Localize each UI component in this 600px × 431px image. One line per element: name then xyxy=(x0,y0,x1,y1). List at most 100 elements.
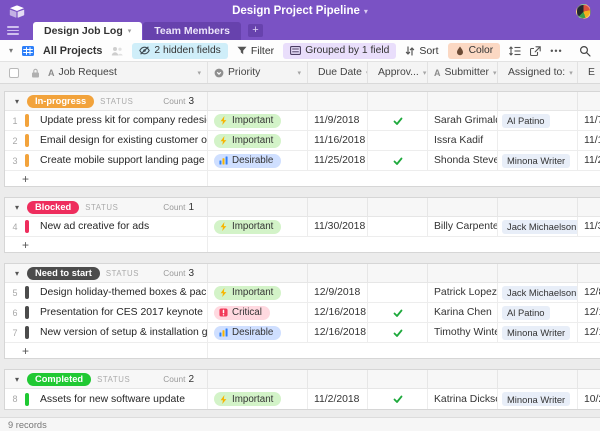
priority-cell[interactable]: Important xyxy=(208,283,308,302)
priority-cell[interactable]: Important xyxy=(208,111,308,130)
approved-cell[interactable] xyxy=(368,389,428,409)
job-request-cell[interactable]: 7 New version of setup & installation gu… xyxy=(5,323,208,342)
tab-design-job-log[interactable]: Design Job Log ▾ xyxy=(33,22,142,40)
table-row[interactable]: 4 New ad creative for ads Important 11/3… xyxy=(5,217,600,237)
approved-cell[interactable] xyxy=(368,131,428,150)
priority-cell[interactable]: Desirable xyxy=(208,323,308,342)
assigned-cell[interactable] xyxy=(498,131,578,150)
column-header-due-date[interactable]: Due Date ▾ xyxy=(308,62,368,83)
column-header-approved[interactable]: Approv... ▾ xyxy=(368,62,428,83)
column-header-submitter[interactable]: A Submitter ▾ xyxy=(428,62,498,83)
due-date-cell[interactable]: 11/16/2018 xyxy=(308,131,368,150)
priority-cell[interactable]: Important xyxy=(208,389,308,409)
job-request-text: Assets for new software update xyxy=(40,394,185,405)
more-options-button[interactable]: ••• xyxy=(550,46,562,56)
due-date-cell[interactable]: 12/16/2018 xyxy=(308,323,368,342)
hamburger-icon[interactable] xyxy=(7,26,27,35)
assigned-cell[interactable]: Jack Michaelson Jodi xyxy=(498,217,578,236)
collapse-group-icon[interactable]: ▾ xyxy=(15,97,19,106)
table-row[interactable]: 6 Presentation for CES 2017 keynote Crit… xyxy=(5,303,600,323)
submitter-cell[interactable]: Katrina Dickson xyxy=(428,389,498,409)
color-button[interactable]: Color xyxy=(448,43,501,59)
group-header: ▾ Blocked STATUS Count1 xyxy=(5,198,600,217)
approved-cell[interactable] xyxy=(368,283,428,302)
row-height-icon[interactable] xyxy=(509,46,521,56)
table-row[interactable]: 8 Assets for new software update Importa… xyxy=(5,389,600,409)
column-header-job-request[interactable]: A Job Request ▾ xyxy=(0,62,208,83)
job-request-cell[interactable]: 1 Update press kit for company redesign xyxy=(5,111,208,130)
end-date-cell[interactable]: 12/1 xyxy=(578,323,600,342)
submitter-cell[interactable]: Karina Chen xyxy=(428,303,498,322)
job-request-cell[interactable]: 5 Design holiday-themed boxes & packagin… xyxy=(5,283,208,302)
share-view-icon[interactable] xyxy=(530,46,541,56)
due-date-cell[interactable]: 11/9/2018 xyxy=(308,111,368,130)
base-title[interactable]: Design Project Pipeline▾ xyxy=(0,5,600,17)
table-row[interactable]: 7 New version of setup & installation gu… xyxy=(5,323,600,343)
assigned-cell[interactable]: Minona Writer xyxy=(498,151,578,170)
end-date-cell[interactable]: 11/7/ xyxy=(578,111,600,130)
table-row[interactable]: 2 Email design for existing customer out… xyxy=(5,131,600,151)
add-record-row[interactable]: + xyxy=(5,343,600,358)
job-request-cell[interactable]: 2 Email design for existing customer out… xyxy=(5,131,208,150)
submitter-cell[interactable]: Shonda Stevens xyxy=(428,151,498,170)
due-date-cell[interactable]: 12/9/2018 xyxy=(308,283,368,302)
add-record-row[interactable]: + xyxy=(5,237,600,252)
add-table-button[interactable]: + xyxy=(248,24,263,37)
assigned-cell[interactable]: Minona Writer xyxy=(498,323,578,342)
assigned-cell[interactable]: Al Patino xyxy=(498,111,578,130)
priority-cell[interactable]: Desirable xyxy=(208,151,308,170)
collaborators-icon[interactable] xyxy=(111,46,123,56)
due-date-cell[interactable]: 12/16/2018 xyxy=(308,303,368,322)
assigned-cell[interactable]: Al Patino xyxy=(498,303,578,322)
table-row[interactable]: 3 Create mobile support landing page Des… xyxy=(5,151,600,171)
views-sidebar-toggle[interactable]: ▾ xyxy=(9,46,13,55)
job-request-cell[interactable]: 8 Assets for new software update xyxy=(5,389,208,409)
due-date-cell[interactable]: 11/25/2018 xyxy=(308,151,368,170)
approved-cell[interactable] xyxy=(368,217,428,236)
job-request-cell[interactable]: 4 New ad creative for ads xyxy=(5,217,208,236)
priority-cell[interactable]: Critical xyxy=(208,303,308,322)
table-row[interactable]: 1 Update press kit for company redesign … xyxy=(5,111,600,131)
assigned-cell[interactable]: Minona Writer xyxy=(498,389,578,409)
end-date-cell[interactable]: 11/11 xyxy=(578,131,600,150)
submitter-cell[interactable]: Patrick Lopez xyxy=(428,283,498,302)
group-button[interactable]: Grouped by 1 field xyxy=(283,43,396,59)
search-icon[interactable] xyxy=(579,45,591,57)
collapse-group-icon[interactable]: ▾ xyxy=(15,375,19,384)
collapse-group-icon[interactable]: ▾ xyxy=(15,269,19,278)
approved-cell[interactable] xyxy=(368,303,428,322)
chevron-down-icon: ▾ xyxy=(297,69,301,77)
submitter-cell[interactable]: Billy Carpenter xyxy=(428,217,498,236)
end-date-cell[interactable]: 11/2 xyxy=(578,151,600,170)
submitter-cell[interactable]: Sarah Grimaldi xyxy=(428,111,498,130)
approved-cell[interactable] xyxy=(368,111,428,130)
job-request-cell[interactable]: 6 Presentation for CES 2017 keynote xyxy=(5,303,208,322)
end-date-cell[interactable]: 12/8 xyxy=(578,283,600,302)
view-name[interactable]: All Projects xyxy=(43,45,102,57)
tab-team-members[interactable]: Team Members xyxy=(143,22,241,40)
column-header-priority[interactable]: Priority ▾ xyxy=(208,62,308,83)
user-avatar[interactable] xyxy=(576,4,591,19)
table-row[interactable]: 5 Design holiday-themed boxes & packagin… xyxy=(5,283,600,303)
approved-cell[interactable] xyxy=(368,323,428,342)
add-record-row[interactable]: + xyxy=(5,171,600,186)
job-request-cell[interactable]: 3 Create mobile support landing page xyxy=(5,151,208,170)
priority-cell[interactable]: Important xyxy=(208,217,308,236)
end-date-cell[interactable]: 11/3 xyxy=(578,217,600,236)
submitter-cell[interactable]: Timothy Winters xyxy=(428,323,498,342)
due-date-cell[interactable]: 11/30/2018 xyxy=(308,217,368,236)
due-date-cell[interactable]: 11/2/2018 xyxy=(308,389,368,409)
column-header-end-date[interactable]: E xyxy=(578,62,600,83)
column-header-assigned-to[interactable]: Assigned to: ▾ xyxy=(498,62,578,83)
priority-cell[interactable]: Important xyxy=(208,131,308,150)
filter-button[interactable]: Filter xyxy=(237,45,274,57)
hidden-fields-button[interactable]: 2 hidden fields xyxy=(132,43,227,59)
end-date-cell[interactable]: 12/1 xyxy=(578,303,600,322)
sort-button[interactable]: Sort xyxy=(405,45,438,57)
submitter-cell[interactable]: Issra Kadif xyxy=(428,131,498,150)
approved-cell[interactable] xyxy=(368,151,428,170)
end-date-cell[interactable]: 10/2 xyxy=(578,389,600,409)
select-all-checkbox[interactable] xyxy=(9,68,19,78)
collapse-group-icon[interactable]: ▾ xyxy=(15,203,19,212)
assigned-cell[interactable]: Jack Michaelson Al Patino xyxy=(498,283,578,302)
